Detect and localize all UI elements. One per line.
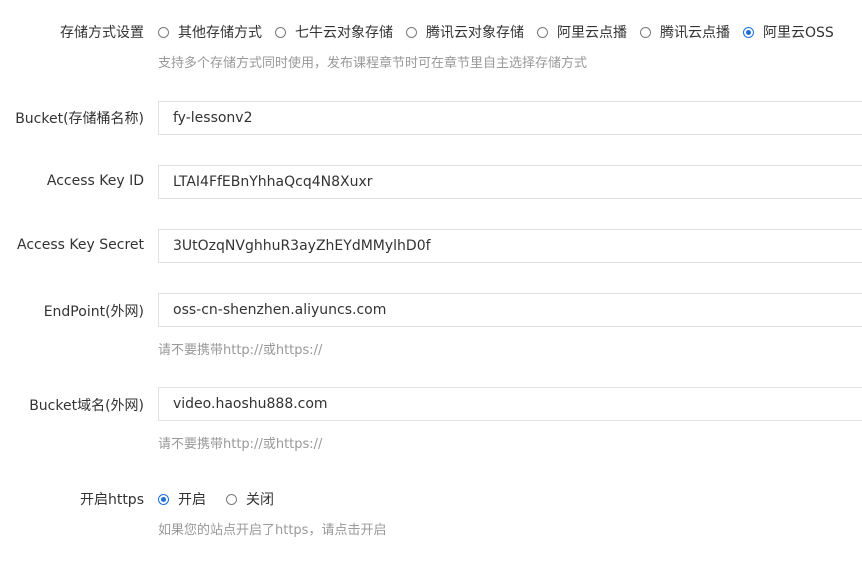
radio-circle-icon xyxy=(406,26,417,38)
radio-aliyun-vod[interactable]: 阿里云点播 xyxy=(537,22,627,42)
radio-circle-icon xyxy=(537,26,548,38)
radio-label: 腾讯云对象存储 xyxy=(426,25,524,41)
storage-method-row: 存储方式设置 其他存储方式 七牛云对象存储 腾讯云对象存储 阿里云点播 腾讯云点… xyxy=(0,20,862,44)
bucket-input[interactable] xyxy=(158,101,862,135)
https-radio-group: 开启 关闭 xyxy=(158,489,287,509)
radio-circle-icon xyxy=(275,26,286,38)
storage-method-label: 存储方式设置 xyxy=(60,25,144,41)
radio-label: 阿里云点播 xyxy=(557,25,627,41)
endpoint-hint: 请不要携带http://或https:// xyxy=(158,343,323,358)
radio-label: 七牛云对象存储 xyxy=(295,25,393,41)
radio-https-off[interactable]: 关闭 xyxy=(226,489,274,509)
storage-method-radio-group: 其他存储方式 七牛云对象存储 腾讯云对象存储 阿里云点播 腾讯云点播 阿里云OS… xyxy=(158,22,847,42)
radio-other-storage[interactable]: 其他存储方式 xyxy=(158,22,262,42)
radio-label: 关闭 xyxy=(246,492,274,508)
radio-checked-icon xyxy=(743,26,754,38)
radio-label: 阿里云OSS xyxy=(763,25,834,41)
endpoint-label: EndPoint(外网) xyxy=(43,304,144,320)
radio-circle-icon xyxy=(226,493,237,505)
access-key-secret-label: Access Key Secret xyxy=(17,237,144,253)
bucket-domain-label: Bucket域名(外网) xyxy=(29,398,144,414)
radio-tencent-vod[interactable]: 腾讯云点播 xyxy=(640,22,730,42)
radio-label: 其他存储方式 xyxy=(178,25,262,41)
radio-label: 腾讯云点播 xyxy=(660,25,730,41)
radio-aliyun-oss[interactable]: 阿里云OSS xyxy=(743,22,834,42)
radio-checked-icon xyxy=(158,493,169,505)
endpoint-input[interactable] xyxy=(158,293,862,327)
https-label: 开启https xyxy=(79,492,144,508)
radio-circle-icon xyxy=(640,26,651,38)
radio-qiniu-storage[interactable]: 七牛云对象存储 xyxy=(275,22,393,42)
radio-https-on[interactable]: 开启 xyxy=(158,489,206,509)
https-hint: 如果您的站点开启了https，请点击开启 xyxy=(158,523,387,538)
bucket-domain-hint: 请不要携带http://或https:// xyxy=(158,437,323,452)
bucket-label: Bucket(存储桶名称) xyxy=(15,111,144,127)
access-key-secret-input[interactable] xyxy=(158,229,862,263)
radio-tencent-cos[interactable]: 腾讯云对象存储 xyxy=(406,22,524,42)
radio-circle-icon xyxy=(158,26,169,38)
access-key-id-label: Access Key ID xyxy=(46,173,144,189)
bucket-domain-input[interactable] xyxy=(158,387,862,421)
radio-label: 开启 xyxy=(178,492,206,508)
access-key-id-input[interactable] xyxy=(158,165,862,199)
storage-method-hint: 支持多个存储方式同时使用，发布课程章节时可在章节里自主选择存储方式 xyxy=(158,56,588,71)
